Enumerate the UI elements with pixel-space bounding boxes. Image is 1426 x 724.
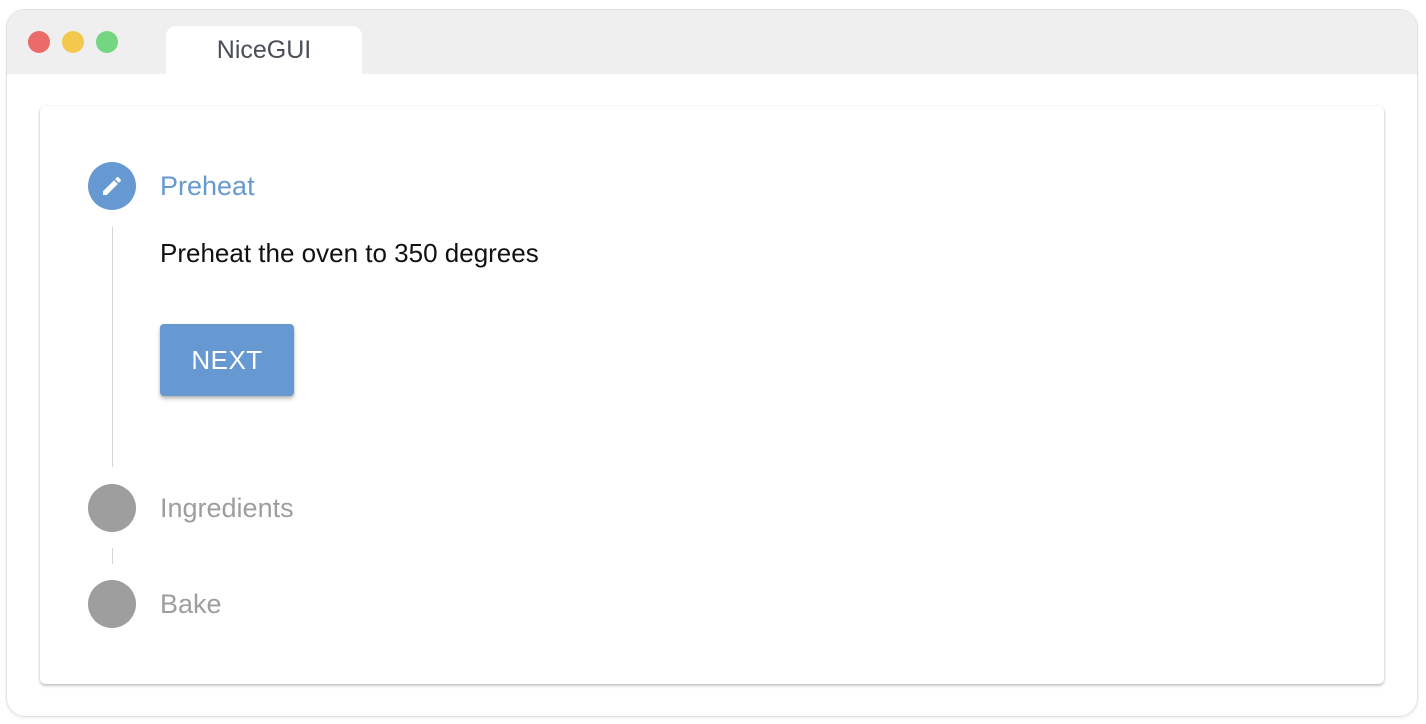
stepper-card: Preheat Preheat the oven to 350 degrees … bbox=[40, 106, 1384, 684]
step-title-preheat[interactable]: Preheat bbox=[160, 170, 255, 202]
next-button[interactable]: NEXT bbox=[160, 324, 294, 396]
maximize-window-icon[interactable] bbox=[96, 31, 118, 53]
title-bar: NiceGUI bbox=[7, 10, 1417, 74]
step-title-bake[interactable]: Bake bbox=[160, 588, 222, 620]
tab-nicegui[interactable]: NiceGUI bbox=[166, 26, 362, 74]
browser-window: NiceGUI Preheat Preheat the oven to 350 … bbox=[7, 10, 1417, 716]
close-window-icon[interactable] bbox=[28, 31, 50, 53]
step-connector bbox=[112, 227, 113, 467]
tab-title: NiceGUI bbox=[216, 35, 312, 64]
step-ingredients-indicator[interactable] bbox=[88, 484, 136, 532]
minimize-window-icon[interactable] bbox=[62, 31, 84, 53]
pencil-icon bbox=[103, 176, 122, 195]
step-content-text: Preheat the oven to 350 degrees bbox=[160, 238, 539, 268]
step-connector bbox=[112, 548, 113, 564]
step-bake-indicator[interactable] bbox=[88, 580, 136, 628]
step-preheat-indicator[interactable] bbox=[88, 162, 136, 210]
step-title-ingredients[interactable]: Ingredients bbox=[160, 492, 294, 524]
